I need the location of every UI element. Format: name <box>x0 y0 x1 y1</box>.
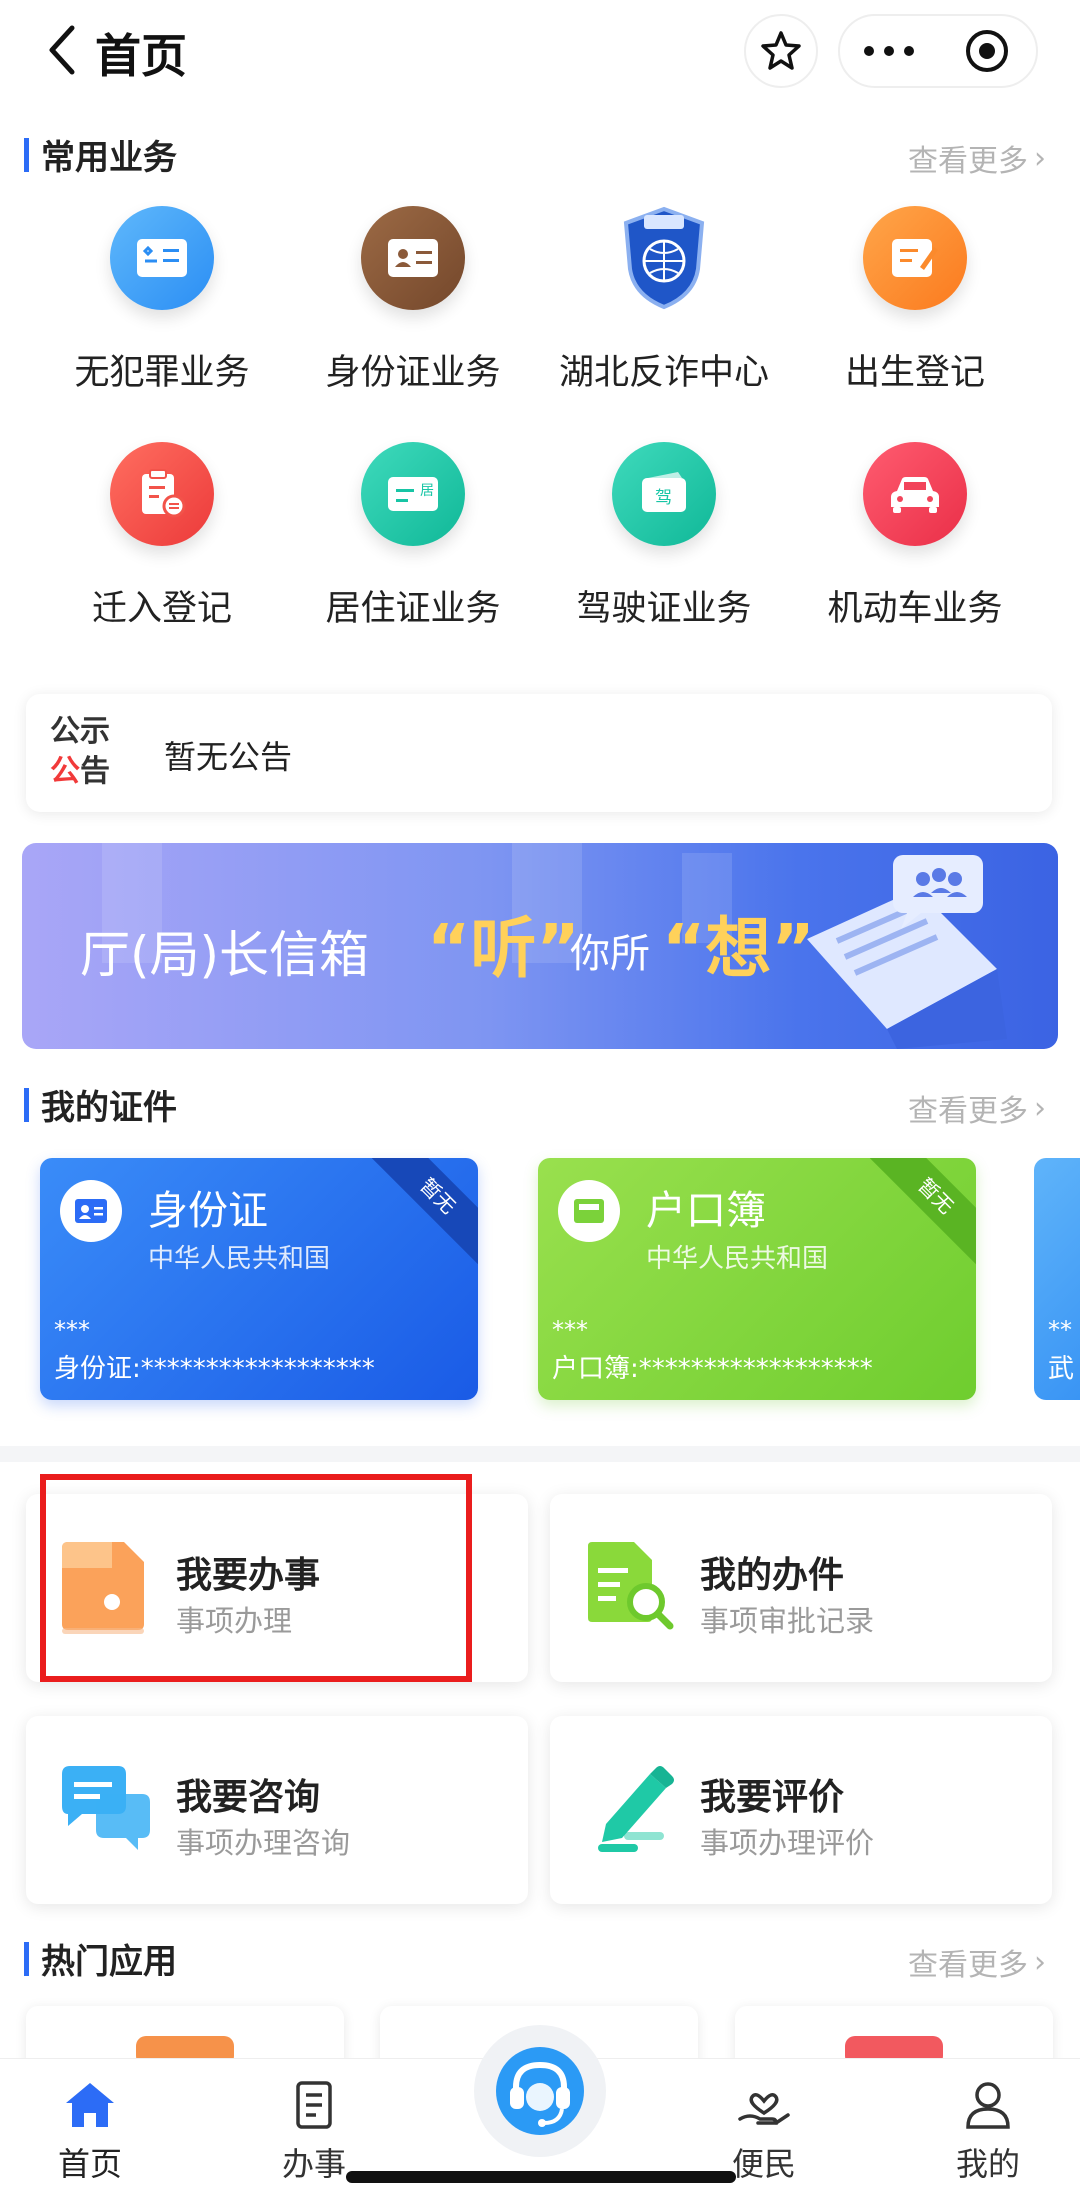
my-cases-tile[interactable]: 我的办件 事项审批记录 <box>550 1494 1052 1682</box>
home-indicator <box>346 2171 736 2183</box>
bottom-tab-bar: 首页 办事 便民 我的 <box>0 2025 1080 2200</box>
mini-program-capsule <box>838 14 1038 88</box>
more-link-hot[interactable]: 查看更多 › <box>908 1940 1046 1984</box>
banner-listen: “听” <box>427 910 580 987</box>
notice-bar[interactable]: 公示 公告 暂无公告 <box>26 694 1052 812</box>
svg-text:驾: 驾 <box>655 488 672 508</box>
cert-issuer: 中华人民共和国 <box>646 1244 829 1274</box>
notice-text: 暂无公告 <box>164 738 293 776</box>
service-item[interactable]: 身份证业务 <box>288 206 538 406</box>
cert-issuer: 中华人民共和国 <box>148 1244 331 1274</box>
household-register-cert[interactable]: 户口簿 中华人民共和国 暂无 *** 户口簿:*****************… <box>538 1158 976 1400</box>
chevron-right-icon: › <box>1034 1944 1046 1980</box>
cert-name: 户口簿 <box>646 1188 766 1234</box>
chevron-left-icon <box>49 25 75 75</box>
third-cert-peek[interactable]: ** 武 <box>1034 1158 1080 1400</box>
id-card-icon <box>60 1180 122 1242</box>
document-icon <box>296 2081 332 2129</box>
tab-home[interactable]: 首页 <box>20 2079 160 2185</box>
household-book-icon <box>558 1180 620 1242</box>
evaluate-tile[interactable]: 我要评价 事项办理评价 <box>550 1716 1052 1904</box>
police-badge-icon <box>612 206 716 310</box>
highlight-box <box>40 1474 472 1682</box>
more-link-common[interactable]: 查看更多 › <box>908 136 1046 180</box>
document-search-icon <box>588 1542 674 1630</box>
id-card-icon <box>110 206 214 310</box>
service-item[interactable]: 出生登记 <box>790 206 1040 406</box>
home-icon <box>66 2083 114 2127</box>
service-item[interactable]: 驾 驾驶证业务 <box>539 442 789 642</box>
user-icon <box>966 2082 1010 2129</box>
star-icon <box>761 31 801 70</box>
chevron-right-icon: › <box>1034 1090 1046 1126</box>
residence-card-icon: 居 <box>361 442 465 546</box>
form-edit-icon <box>863 206 967 310</box>
section-title-common: 常用业务 <box>24 130 177 179</box>
close-button[interactable] <box>947 21 1027 81</box>
back-button[interactable] <box>42 22 102 78</box>
section-title-certs: 我的证件 <box>24 1080 177 1129</box>
section-divider <box>0 1446 1080 1462</box>
cert-holder: *** <box>552 1316 588 1344</box>
cert-number: 户口簿:****************** <box>552 1354 873 1384</box>
service-item[interactable]: 无犯罪业务 <box>37 206 287 406</box>
cert-number: 身份证:****************** <box>54 1354 375 1384</box>
tab-convenience[interactable]: 便民 <box>694 2079 834 2185</box>
more-dots-icon <box>864 46 914 56</box>
car-icon <box>863 442 967 546</box>
service-item[interactable]: 机动车业务 <box>790 442 1040 642</box>
svg-text:居: 居 <box>420 483 434 499</box>
more-button[interactable] <box>849 21 929 81</box>
service-item[interactable]: 迁入登记 <box>37 442 287 642</box>
chevron-right-icon: › <box>1034 140 1046 176</box>
notice-tag: 公示 公告 <box>50 714 110 789</box>
clipboard-transfer-icon <box>110 442 214 546</box>
pen-icon <box>598 1766 674 1852</box>
consult-tile[interactable]: 我要咨询 事项办理咨询 <box>26 1716 528 1904</box>
more-link-certs[interactable]: 查看更多 › <box>908 1086 1046 1130</box>
section-title-hot: 热门应用 <box>24 1934 177 1983</box>
tab-customer-service[interactable] <box>474 2025 606 2157</box>
cert-status-ribbon: 暂无 <box>865 1158 976 1267</box>
envelope-illustration <box>807 855 1007 1049</box>
tab-mine[interactable]: 我的 <box>918 2079 1058 2185</box>
header: 首页 <box>0 0 1080 100</box>
chat-bubbles-icon <box>62 1766 150 1850</box>
tab-affairs[interactable]: 办事 <box>244 2079 384 2185</box>
customer-service-icon <box>496 2047 584 2135</box>
banner-title: 厅(局)长信箱 <box>80 926 370 984</box>
service-item[interactable]: 湖北反诈中心 <box>539 206 789 406</box>
id-card-icon <box>361 206 465 310</box>
target-circle-icon <box>966 30 1008 72</box>
hand-heart-icon <box>738 2093 790 2125</box>
page-title: 首页 <box>95 29 187 83</box>
cert-holder: *** <box>54 1316 90 1344</box>
cert-status-ribbon: 暂无 <box>367 1158 478 1267</box>
id-card-cert[interactable]: 身份证 中华人民共和国 暂无 *** 身份证:*****************… <box>40 1158 478 1400</box>
cert-name: 身份证 <box>148 1188 268 1234</box>
favorite-button[interactable] <box>744 14 818 88</box>
banner-you: 你所 <box>570 931 650 977</box>
license-card-icon: 驾 <box>612 442 716 546</box>
service-item[interactable]: 居 居住证业务 <box>288 442 538 642</box>
director-mailbox-banner[interactable]: 厅(局)长信箱 “听” 你所 “想” <box>22 843 1058 1049</box>
banner-think: “想” <box>662 910 815 987</box>
